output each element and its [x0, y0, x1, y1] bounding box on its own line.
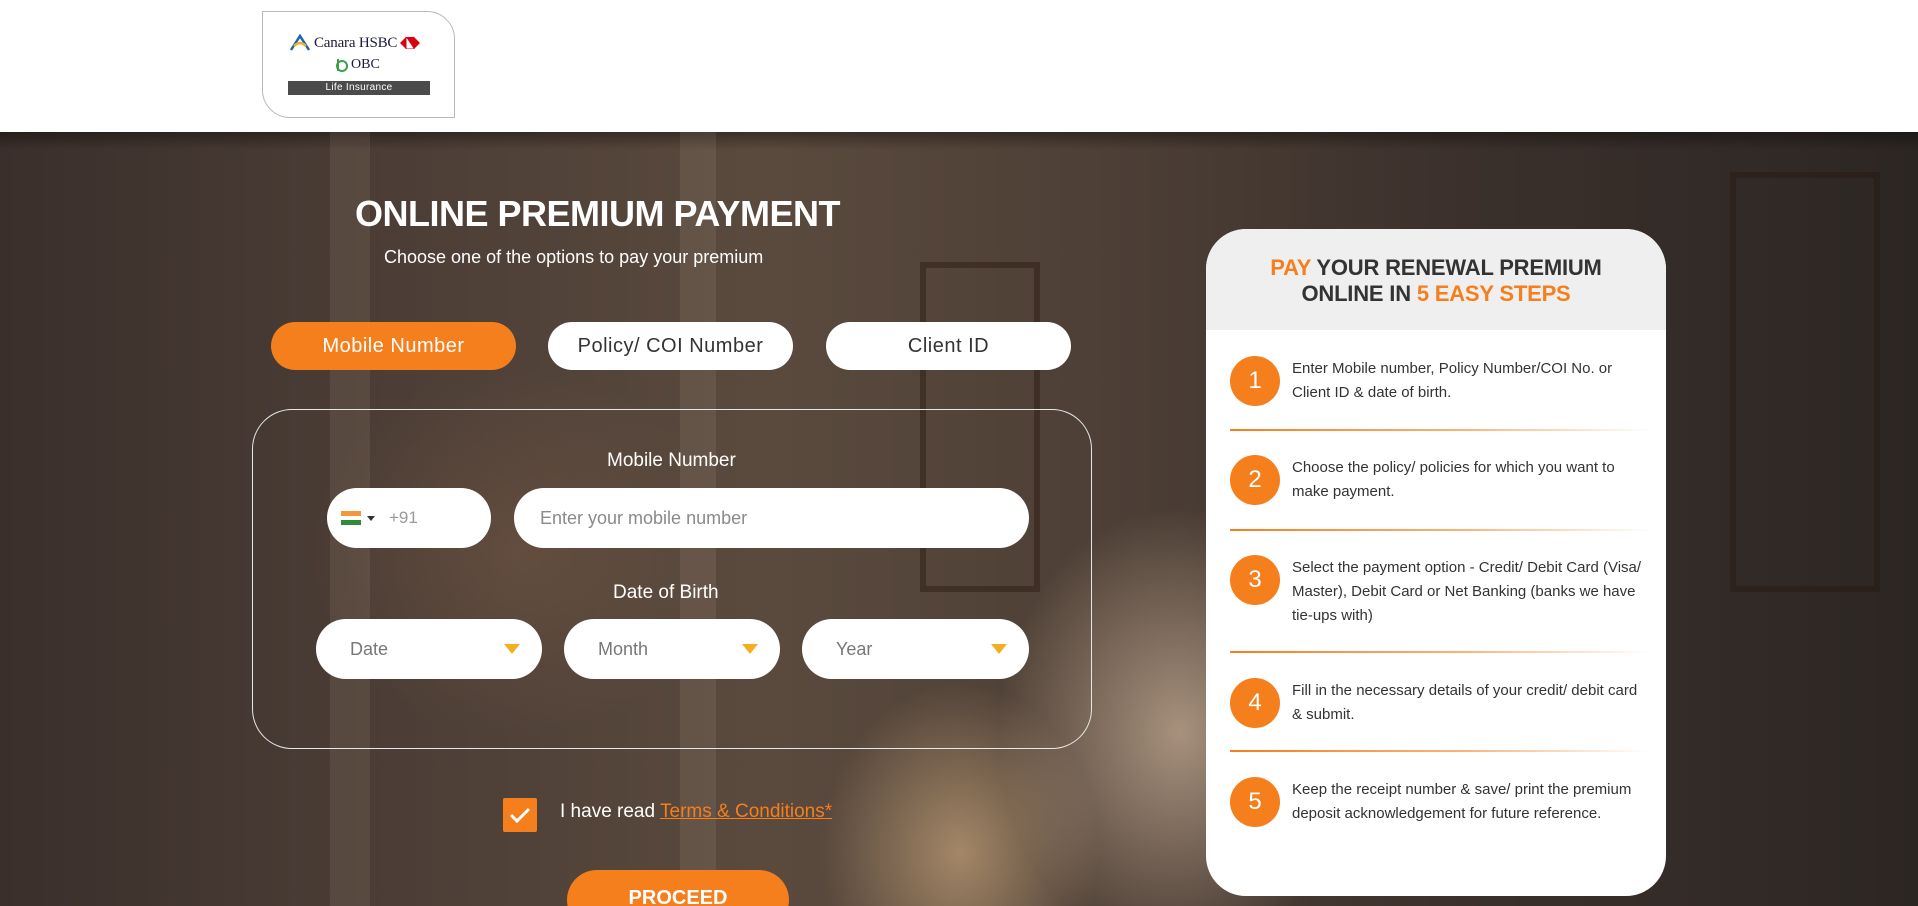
step-text: Choose the policy/ policies for which yo… — [1292, 459, 1615, 500]
month-select-value: Month — [598, 638, 649, 659]
step-text: Select the payment option - Credit/ Debi… — [1292, 559, 1642, 624]
company-logo[interactable]: Canara HSBC OBC Life Insurance — [262, 11, 455, 118]
step-item: 5 Keep the receipt number & save/ print … — [1230, 777, 1650, 827]
terms-prefix: I have read — [560, 801, 661, 822]
year-select[interactable]: Year — [802, 619, 1029, 679]
mobile-number-input[interactable] — [514, 488, 1029, 548]
step-divider — [1230, 529, 1650, 531]
tab-client-id[interactable]: Client ID — [826, 322, 1071, 370]
step-item: 1 Enter Mobile number, Policy Number/COI… — [1230, 356, 1650, 406]
month-select[interactable]: Month — [564, 619, 780, 679]
date-select[interactable]: Date — [316, 619, 542, 679]
country-code-selector[interactable]: +91 — [327, 488, 491, 548]
step-divider — [1230, 651, 1650, 653]
page-subtitle: Choose one of the options to pay your pr… — [384, 247, 764, 267]
step-number: 1 — [1230, 356, 1280, 406]
steps-card-heading: PAY YOUR RENEWAL PREMIUM ONLINE IN 5 EAS… — [1206, 229, 1666, 330]
logo-tagline: Life Insurance — [288, 81, 430, 95]
obc-logo-icon — [336, 59, 348, 72]
country-code-value: +91 — [389, 508, 418, 527]
step-number: 5 — [1230, 777, 1280, 827]
page-title: ONLINE PREMIUM PAYMENT — [355, 193, 841, 234]
tab-mobile-number[interactable]: Mobile Number — [271, 322, 516, 370]
chevron-down-icon — [367, 515, 375, 521]
canara-logo-icon — [289, 34, 311, 51]
steps-heading-line1: PAY YOUR RENEWAL PREMIUM — [1206, 255, 1666, 281]
logo-brand-text: Canara HSBC — [314, 34, 398, 51]
step-number: 3 — [1230, 555, 1280, 605]
steps-heading-rest1: YOUR RENEWAL PREMIUM — [1310, 255, 1602, 280]
proceed-button[interactable]: PROCEED — [567, 870, 789, 906]
site-header: Canara HSBC OBC Life Insurance — [0, 0, 1918, 132]
step-divider — [1230, 750, 1650, 752]
hsbc-logo-icon — [400, 37, 421, 49]
steps-card: PAY YOUR RENEWAL PREMIUM ONLINE IN 5 EAS… — [1206, 229, 1666, 896]
step-number: 4 — [1230, 678, 1280, 728]
mobile-number-label: Mobile Number — [607, 450, 736, 471]
logo-brand-row: Canara HSBC — [289, 34, 421, 52]
tab-policy-coi-number[interactable]: Policy/ COI Number — [548, 322, 793, 370]
step-item: 2 Choose the policy/ policies for which … — [1230, 455, 1650, 505]
terms-text: I have read Terms & Conditions* — [560, 801, 832, 823]
steps-heading-highlight: 5 EASY STEPS — [1416, 281, 1571, 306]
date-of-birth-label: Date of Birth — [613, 582, 719, 603]
step-divider — [1230, 429, 1650, 431]
terms-checkbox[interactable] — [503, 798, 537, 832]
step-item: 3 Select the payment option - Credit/ De… — [1230, 555, 1650, 628]
india-flag-icon — [341, 511, 361, 526]
steps-heading-rest2: ONLINE IN — [1301, 281, 1417, 306]
background-window — [1730, 172, 1880, 592]
step-item: 4 Fill in the necessary details of your … — [1230, 678, 1650, 728]
step-text: Enter Mobile number, Policy Number/COI N… — [1292, 360, 1613, 401]
step-text: Fill in the necessary details of your cr… — [1292, 682, 1638, 723]
checkmark-icon — [509, 807, 531, 824]
dropdown-arrow-icon — [991, 644, 1007, 654]
steps-heading-line2: ONLINE IN 5 EASY STEPS — [1206, 281, 1666, 307]
logo-partner-text: OBC — [351, 57, 380, 72]
logo-partner-row: OBC — [335, 57, 380, 73]
steps-heading-pay: PAY — [1270, 255, 1311, 280]
date-select-value: Date — [350, 638, 389, 659]
terms-conditions-link[interactable]: Terms & Conditions* — [660, 801, 832, 822]
year-select-value: Year — [836, 638, 873, 659]
header-shadow — [0, 132, 1918, 150]
dropdown-arrow-icon — [742, 644, 758, 654]
dropdown-arrow-icon — [504, 644, 520, 654]
step-number: 2 — [1230, 455, 1280, 505]
step-text: Keep the receipt number & save/ print th… — [1292, 781, 1632, 822]
